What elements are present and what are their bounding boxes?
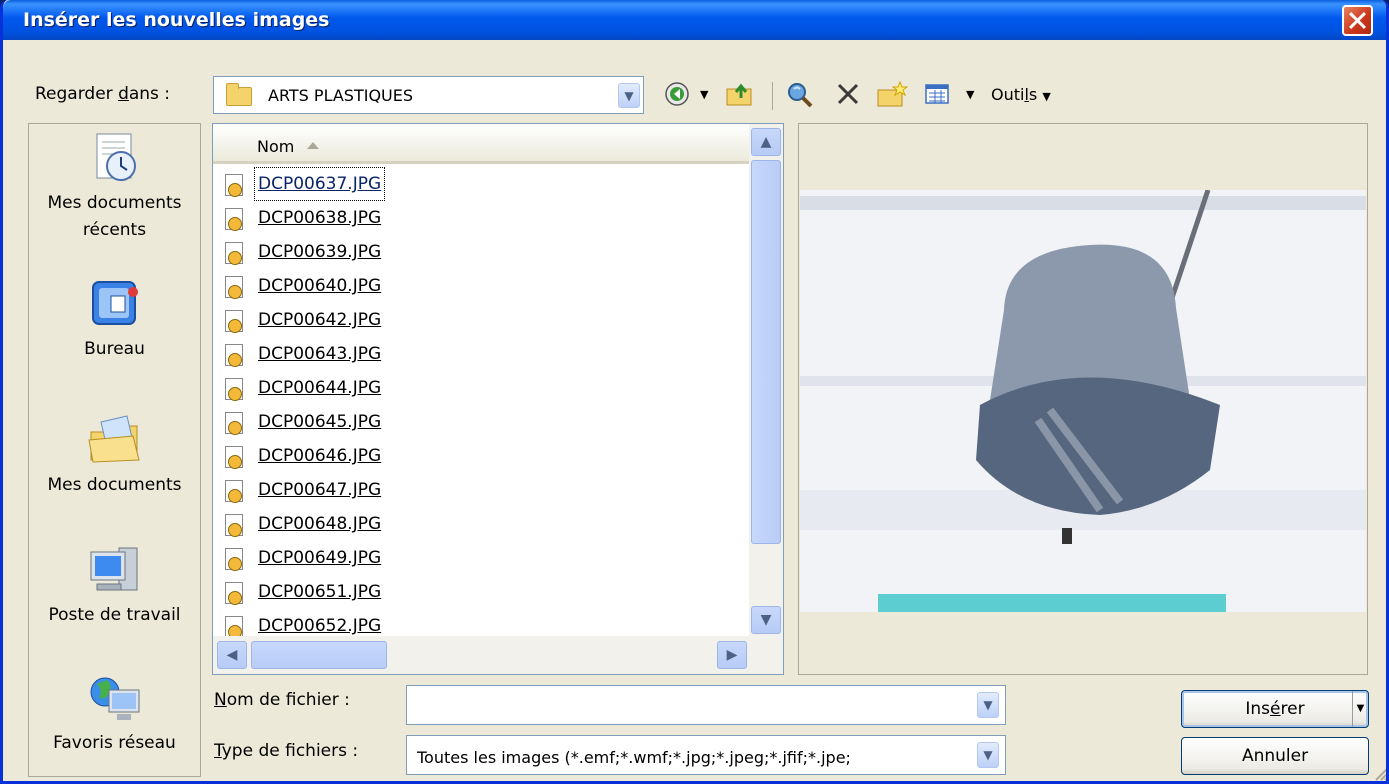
scroll-left-button[interactable]: ◀ (217, 641, 247, 669)
file-name: DCP00639.JPG (258, 242, 382, 262)
scroll-right-button[interactable]: ▶ (717, 641, 747, 669)
back-button[interactable] (663, 80, 691, 110)
place-label: Mes documents (47, 193, 182, 213)
file-name: DCP00646.JPG (258, 446, 382, 466)
horizontal-scrollbar[interactable]: ◀ ▶ (213, 636, 783, 674)
chevron-down-icon[interactable]: ▼ (618, 83, 640, 108)
horizontal-scroll-thumb[interactable] (251, 641, 387, 669)
place-recent-documents[interactable]: Mes documents récents (29, 130, 200, 244)
file-name: DCP00644.JPG (258, 378, 382, 398)
place-label: Favoris réseau (53, 733, 176, 753)
filename-dropdown-icon[interactable]: ▼ (977, 692, 999, 718)
file-name: DCP00651.JPG (258, 582, 382, 602)
place-network[interactable]: Favoris réseau (29, 670, 200, 757)
look-in-value: ARTS PLASTIQUES (268, 86, 414, 105)
my-computer-icon (87, 542, 143, 598)
delete-button[interactable] (835, 80, 861, 110)
look-in-select[interactable]: ARTS PLASTIQUES ▼ (213, 76, 644, 114)
place-desktop[interactable]: Bureau (29, 276, 200, 363)
place-label-line2: récents (82, 220, 147, 240)
jpeg-file-icon (225, 242, 243, 265)
jpeg-file-icon (225, 412, 243, 435)
place-my-documents[interactable]: Mes documents (29, 412, 200, 499)
title-bar[interactable]: Insérer les nouvelles images (3, 0, 1386, 40)
my-documents-icon (87, 412, 143, 468)
filetype-value: Toutes les images (*.emf;*.wmf;*.jpg;*.j… (417, 748, 851, 767)
up-folder-icon (726, 83, 752, 106)
file-list[interactable]: Nom DCP00637.JPG DCP00638.JPG DCP00639.JPG… (212, 123, 784, 675)
place-label: Poste de travail (48, 605, 181, 625)
file-name: DCP00645.JPG (258, 412, 382, 432)
jpeg-file-icon (225, 480, 243, 503)
vertical-scrollbar[interactable]: ▲ ▼ (749, 124, 783, 636)
file-name: DCP00638.JPG (258, 208, 382, 228)
file-name: DCP00640.JPG (258, 276, 382, 296)
cancel-button[interactable]: Annuler (1181, 737, 1369, 775)
insert-button[interactable]: Insérer ▼ (1181, 690, 1369, 728)
sort-ascending-icon (307, 142, 319, 149)
jpeg-file-icon (225, 446, 243, 469)
file-name: DCP00642.JPG (258, 310, 382, 330)
look-in-label: Regarder dans : (35, 84, 171, 104)
insert-dropdown-icon[interactable]: ▼ (1352, 691, 1368, 727)
filename-input[interactable]: ▼ (406, 685, 1006, 725)
views-dropdown[interactable]: ▼ (966, 80, 974, 110)
search-web-button[interactable] (785, 80, 815, 110)
scroll-up-button[interactable]: ▲ (751, 128, 781, 156)
place-label: Mes documents (47, 475, 182, 495)
place-label: Bureau (84, 339, 145, 359)
search-icon (788, 83, 813, 108)
jpeg-file-icon (225, 174, 243, 197)
desktop-icon (87, 276, 143, 332)
network-places-icon (87, 670, 143, 726)
jpeg-file-icon (225, 344, 243, 367)
delete-icon (837, 83, 859, 105)
column-header-name[interactable]: Nom (213, 124, 749, 164)
file-name: DCP00643.JPG (258, 344, 382, 364)
new-folder-icon (877, 80, 909, 107)
folder-icon (226, 83, 252, 106)
jpeg-file-icon (225, 616, 243, 639)
jpeg-file-icon (225, 378, 243, 401)
recent-documents-icon (87, 130, 143, 186)
close-button[interactable] (1342, 5, 1373, 36)
jpeg-file-icon (225, 582, 243, 605)
new-folder-button[interactable] (876, 80, 909, 110)
jpeg-file-icon (225, 548, 243, 571)
views-button[interactable] (923, 80, 951, 110)
jpeg-file-icon (225, 276, 243, 299)
column-header-label: Nom (257, 137, 295, 156)
back-dropdown[interactable]: ▼ (700, 80, 708, 110)
filetype-select[interactable]: Toutes les images (*.emf;*.wmf;*.jpg;*.j… (406, 735, 1006, 775)
preview-image (800, 190, 1366, 612)
place-my-computer[interactable]: Poste de travail (29, 542, 200, 629)
filetype-dropdown-icon[interactable]: ▼ (977, 742, 999, 768)
jpeg-file-icon (225, 514, 243, 537)
resize-grip[interactable] (1373, 765, 1386, 781)
places-bar: Mes documents récents Bureau Mes documen… (28, 123, 201, 777)
filename-label: Nom de fichier : (214, 690, 350, 710)
tools-menu[interactable]: Outils ▼ (991, 80, 1051, 110)
views-icon (925, 84, 949, 104)
jpeg-file-icon (225, 208, 243, 231)
file-name: DCP00648.JPG (258, 514, 382, 534)
back-icon (665, 82, 689, 106)
vertical-scroll-thumb[interactable] (751, 160, 781, 544)
insert-images-dialog: Insérer les nouvelles images Regarder da… (0, 0, 1389, 784)
scroll-down-button[interactable]: ▼ (751, 606, 781, 634)
file-name: DCP00637.JPG (253, 167, 386, 201)
up-folder-button[interactable] (725, 80, 755, 110)
jpeg-file-icon (225, 310, 243, 333)
dialog-title: Insérer les nouvelles images (23, 9, 330, 31)
file-name: DCP00647.JPG (258, 480, 382, 500)
file-name: DCP00649.JPG (258, 548, 382, 568)
toolbar-separator (772, 82, 773, 110)
filetype-label: Type de fichiers : (214, 741, 359, 761)
